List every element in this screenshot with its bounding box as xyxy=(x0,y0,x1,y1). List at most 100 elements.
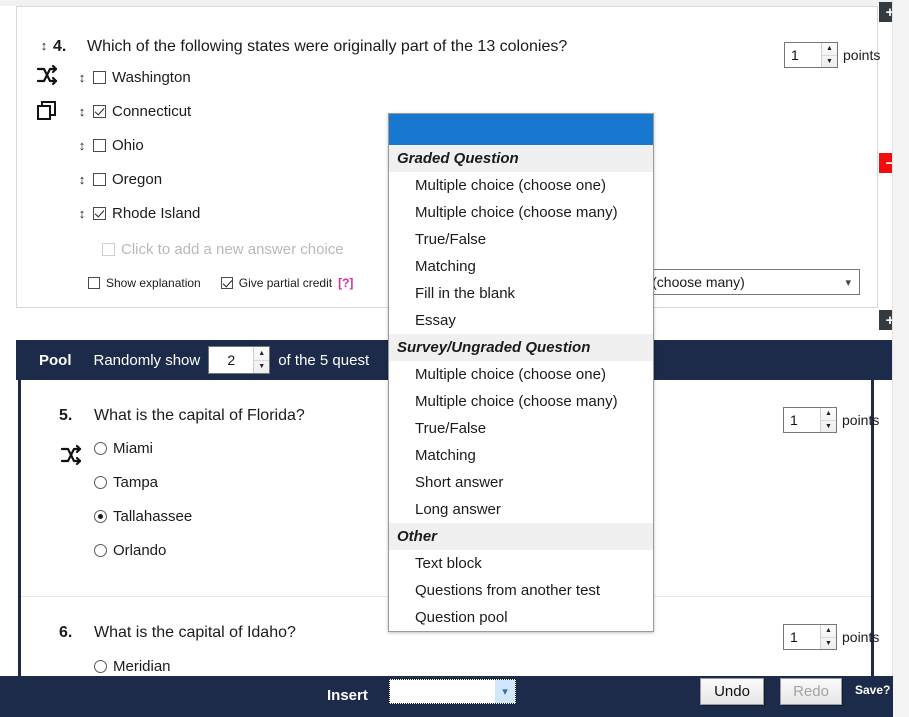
pool-answer-radio-3[interactable] xyxy=(94,544,107,557)
drag-handle-icon-choice-4[interactable]: ↕ xyxy=(77,207,87,220)
points-value-q5[interactable]: 1 xyxy=(784,408,820,432)
shuffle-icon-q5[interactable] xyxy=(59,443,83,467)
dropdown-item-survey-matching[interactable]: Matching xyxy=(389,442,653,469)
chevron-down-icon-insert[interactable]: ▾ xyxy=(495,680,515,703)
points-stepper-q5[interactable]: ▲ ▼ xyxy=(820,408,836,432)
question-text-6[interactable]: What is the capital of Idaho? xyxy=(94,624,296,642)
points-decrement-icon-q4[interactable]: ▼ xyxy=(822,56,837,68)
undo-button[interactable]: Undo xyxy=(700,678,764,705)
dropdown-item-survey-true-false[interactable]: True/False xyxy=(389,415,653,442)
points-increment-icon-q6[interactable]: ▲ xyxy=(821,625,836,638)
dropdown-item-graded-mc-many[interactable]: Multiple choice (choose many) xyxy=(389,199,653,226)
pool-answer-label-2[interactable]: Tallahassee xyxy=(113,508,192,525)
pool-count-increment-icon[interactable]: ▲ xyxy=(254,347,269,361)
add-answer-choice-checkbox xyxy=(102,243,115,256)
pool-answer-radio-2[interactable] xyxy=(94,510,107,523)
pool-answer-label-0[interactable]: Miami xyxy=(113,440,153,457)
points-decrement-icon-q5[interactable]: ▼ xyxy=(821,421,836,433)
show-explanation-checkbox[interactable] xyxy=(88,277,100,289)
drag-handle-icon-q4[interactable]: ↕ xyxy=(39,39,49,52)
points-label-q4: points xyxy=(843,47,880,63)
pool-count-decrement-icon[interactable]: ▼ xyxy=(254,361,269,374)
pool-answer-row: Miami xyxy=(94,440,153,457)
answer-choice-row: ↕ Oregon xyxy=(77,171,162,188)
pool-answer-radio-0[interactable] xyxy=(94,442,107,455)
pool-answer-radio-1[interactable] xyxy=(94,476,107,489)
add-answer-choice-label: Click to add a new answer choice xyxy=(121,241,344,258)
shuffle-icon[interactable] xyxy=(35,63,59,87)
pool-answer-label-q6-0[interactable]: Meridian xyxy=(113,658,171,675)
drag-handle-icon-choice-2[interactable]: ↕ xyxy=(77,139,87,152)
dropdown-item-other-text-block[interactable]: Text block xyxy=(389,550,653,577)
answer-choice-label-1[interactable]: Connecticut xyxy=(112,103,191,120)
question-type-dropdown-menu[interactable]: Graded Question Multiple choice (choose … xyxy=(388,113,654,632)
answer-choice-label-3[interactable]: Oregon xyxy=(112,171,162,188)
answer-choice-checkbox-0[interactable] xyxy=(93,71,106,84)
answer-choice-checkbox-1[interactable] xyxy=(93,105,106,118)
pool-count-value[interactable]: 2 xyxy=(209,347,253,373)
dropdown-selected-blank-item[interactable] xyxy=(389,114,653,145)
pool-count-control: 2 ▲ ▼ xyxy=(208,346,270,374)
answer-choice-checkbox-3[interactable] xyxy=(93,173,106,186)
pool-count-spinner[interactable]: 2 ▲ ▼ xyxy=(208,346,270,374)
answer-choice-label-4[interactable]: Rhode Island xyxy=(112,205,200,222)
points-label-q5: points xyxy=(842,412,879,428)
dropdown-group-label-graded: Graded Question xyxy=(389,145,653,172)
dropdown-item-graded-true-false[interactable]: True/False xyxy=(389,226,653,253)
pool-text-after: of the 5 quest xyxy=(278,352,369,369)
points-spinner-q5[interactable]: 1 ▲ ▼ xyxy=(783,407,837,433)
answer-choice-row: ↕ Ohio xyxy=(77,137,144,154)
question-text-4[interactable]: Which of the following states were origi… xyxy=(87,38,567,56)
answer-choice-label-0[interactable]: Washington xyxy=(112,69,191,86)
give-partial-credit-checkbox[interactable] xyxy=(221,277,233,289)
pool-count-stepper[interactable]: ▲ ▼ xyxy=(253,347,269,373)
points-spinner-q4[interactable]: 1 ▲ ▼ xyxy=(784,42,838,68)
points-value-q4[interactable]: 1 xyxy=(785,43,821,67)
pool-answer-label-1[interactable]: Tampa xyxy=(113,474,158,491)
points-label-q6: points xyxy=(842,629,879,645)
points-stepper-q4[interactable]: ▲ ▼ xyxy=(821,43,837,67)
question-number-4: 4. xyxy=(53,38,66,56)
answer-choice-checkbox-4[interactable] xyxy=(93,207,106,220)
points-spinner-q6[interactable]: 1 ▲ ▼ xyxy=(783,624,837,650)
dropdown-item-graded-matching[interactable]: Matching xyxy=(389,253,653,280)
partial-credit-help-icon[interactable]: [?] xyxy=(338,276,353,290)
question-text-5[interactable]: What is the capital of Florida? xyxy=(94,407,305,425)
drag-handle-icon-choice-0[interactable]: ↕ xyxy=(77,71,87,84)
question-options-row: Show explanation Give partial credit [?] xyxy=(88,276,353,290)
question-number-6: 6. xyxy=(59,624,72,642)
dropdown-item-graded-essay[interactable]: Essay xyxy=(389,307,653,334)
give-partial-credit-label: Give partial credit xyxy=(239,276,332,290)
answer-choice-label-2[interactable]: Ohio xyxy=(112,137,144,154)
insert-type-select[interactable]: ▾ xyxy=(389,679,516,704)
points-increment-icon-q4[interactable]: ▲ xyxy=(822,43,837,56)
points-increment-icon-q5[interactable]: ▲ xyxy=(821,408,836,421)
duplicate-icon[interactable] xyxy=(35,99,59,123)
points-control-q4: 1 ▲ ▼ points xyxy=(784,42,880,68)
pool-answer-row: Meridian xyxy=(94,657,171,675)
drag-handle-icon-choice-1[interactable]: ↕ xyxy=(77,105,87,118)
dropdown-item-survey-mc-one[interactable]: Multiple choice (choose one) xyxy=(389,361,653,388)
pool-answer-radio-q6-0[interactable] xyxy=(94,660,107,673)
pool-answer-label-3[interactable]: Orlando xyxy=(113,542,166,559)
dropdown-item-survey-long-answer[interactable]: Long answer xyxy=(389,496,653,523)
dropdown-item-survey-short-answer[interactable]: Short answer xyxy=(389,469,653,496)
drag-handle-icon-choice-3[interactable]: ↕ xyxy=(77,173,87,186)
dropdown-group-label-other: Other xyxy=(389,523,653,550)
dropdown-item-survey-mc-many[interactable]: Multiple choice (choose many) xyxy=(389,388,653,415)
page-scroll-rail[interactable] xyxy=(892,0,909,717)
save-status-link[interactable]: Save? xyxy=(855,683,890,697)
points-value-q6[interactable]: 1 xyxy=(784,625,820,649)
pool-answer-row: Tallahassee xyxy=(94,508,192,525)
answer-choice-checkbox-2[interactable] xyxy=(93,139,106,152)
answer-choice-row: ↕ Rhode Island xyxy=(77,205,200,222)
add-answer-choice-row[interactable]: Click to add a new answer choice xyxy=(102,241,344,258)
test-builder-page: ↕ 4. Which of the following states were … xyxy=(0,0,909,717)
dropdown-item-other-questions-another-test[interactable]: Questions from another test xyxy=(389,577,653,604)
points-stepper-q6[interactable]: ▲ ▼ xyxy=(820,625,836,649)
dropdown-item-graded-fill-blank[interactable]: Fill in the blank xyxy=(389,280,653,307)
dropdown-item-other-question-pool[interactable]: Question pool xyxy=(389,604,653,631)
pool-answer-row: Orlando xyxy=(94,542,166,559)
dropdown-item-graded-mc-one[interactable]: Multiple choice (choose one) xyxy=(389,172,653,199)
points-decrement-icon-q6[interactable]: ▼ xyxy=(821,638,836,650)
